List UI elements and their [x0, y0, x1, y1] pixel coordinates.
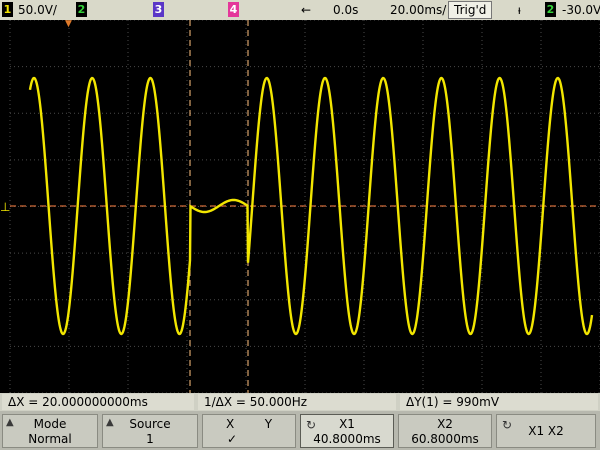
- waveform-svg: ⊥ ▼: [0, 20, 600, 393]
- x1-x2-softkey[interactable]: ↻ X1 X2: [496, 414, 596, 448]
- timebase-value[interactable]: 20.00ms/: [390, 0, 446, 20]
- delay-arrow-icon: ←: [301, 3, 312, 17]
- ground-marker-icon: ⊥: [0, 200, 10, 214]
- mode-softkey[interactable]: ▲ Mode Normal: [2, 414, 98, 448]
- channel-3-indicator[interactable]: 3: [153, 2, 164, 17]
- trigger-position-marker-icon: ▼: [65, 20, 72, 29]
- status-bar: 1 50.0V/ 2 3 4 ← 0.0s 20.00ms/ Trig'd ᵼ …: [0, 0, 600, 20]
- delta-x-readout: ΔX = 20.000000000ms: [2, 394, 194, 410]
- trigger-status: Trig'd: [448, 1, 493, 19]
- delta-y-readout: ΔY(1) = 990mV: [400, 394, 598, 410]
- channel-2-indicator[interactable]: 2: [76, 2, 87, 17]
- softkey-value: 60.8000ms: [411, 432, 479, 446]
- check-icon: ✓: [227, 432, 238, 446]
- softkey-bar: ▲ Mode Normal ▲ Source 1 X Y ✓ ↻ X1 40.8…: [0, 411, 600, 450]
- softkey-label: X1 X2: [528, 424, 564, 438]
- measurement-bar: ΔX = 20.000000000ms 1/ΔX = 50.000Hz ΔY(1…: [0, 393, 600, 411]
- source-softkey[interactable]: ▲ Source 1: [102, 414, 198, 448]
- softkey-label: Source: [129, 417, 171, 431]
- waveform-display[interactable]: ⊥ ▼: [0, 20, 600, 393]
- channel-1-scale[interactable]: 50.0V/: [18, 0, 57, 20]
- softkey-label: X1: [339, 417, 355, 431]
- xy-softkey[interactable]: X Y ✓: [202, 414, 296, 448]
- softkey-value: 1: [146, 432, 154, 446]
- inverse-delta-x-readout: 1/ΔX = 50.000Hz: [198, 394, 396, 410]
- channel-4-indicator[interactable]: 4: [228, 2, 239, 17]
- softkey-label: X Y: [225, 417, 273, 431]
- x1-cursor-softkey[interactable]: ↻ X1 40.8000ms: [300, 414, 394, 448]
- trigger-source-indicator[interactable]: 2: [545, 2, 556, 17]
- softkey-value: 40.8000ms: [313, 432, 381, 446]
- softkey-value: Normal: [28, 432, 72, 446]
- softkey-label: Mode: [33, 417, 67, 431]
- x2-cursor-softkey[interactable]: X2 60.8000ms: [398, 414, 492, 448]
- delay-value[interactable]: 0.0s: [333, 0, 358, 20]
- trigger-edge-icon: ᵼ: [518, 3, 521, 17]
- trigger-level[interactable]: -30.0V: [562, 0, 600, 20]
- softkey-label: X2: [437, 417, 453, 431]
- channel-1-indicator[interactable]: 1: [2, 2, 13, 17]
